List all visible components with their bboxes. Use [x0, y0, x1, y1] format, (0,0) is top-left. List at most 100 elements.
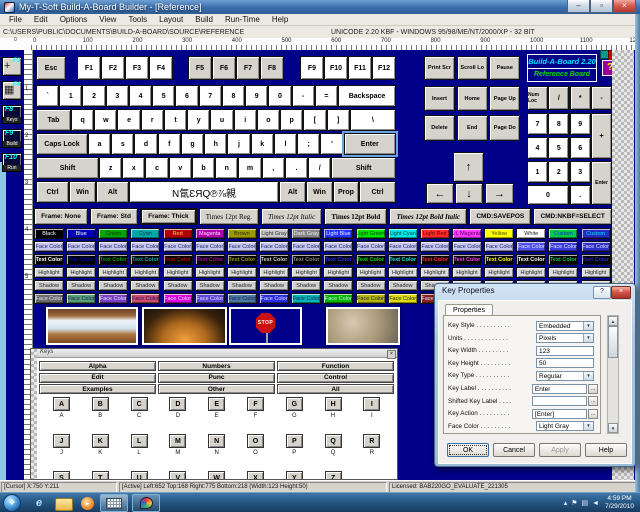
- key-key[interactable]: -: [292, 85, 315, 107]
- letter-key-z[interactable]: Z: [325, 471, 342, 480]
- palette-text-color[interactable]: Text Color: [130, 254, 160, 265]
- keys-tab-edit[interactable]: Edit: [39, 373, 156, 383]
- sidebar-build-button[interactable]: F9Build: [2, 129, 22, 148]
- palette-text-color[interactable]: Text Color: [291, 254, 321, 265]
- key-0[interactable]: 0: [268, 85, 291, 107]
- palette-shadow[interactable]: Shadow: [227, 280, 257, 291]
- key-insert[interactable]: Insert: [424, 86, 455, 111]
- key-8[interactable]: 8: [222, 85, 245, 107]
- key-w[interactable]: w: [94, 109, 117, 131]
- more-button[interactable]: ...: [588, 409, 598, 419]
- palette-face-color-2[interactable]: Face Color: [163, 293, 193, 304]
- palette-highlight[interactable]: Highlight: [420, 267, 450, 278]
- numpad-key-7[interactable]: 7: [527, 113, 548, 135]
- key-d[interactable]: d: [134, 133, 157, 155]
- palette-text-color[interactable]: Text Color: [356, 254, 386, 265]
- key-m[interactable]: m: [238, 157, 261, 179]
- key-f9[interactable]: F9: [300, 56, 324, 80]
- palette-yellow-name[interactable]: Yellow: [484, 228, 514, 239]
- palette-black-name[interactable]: Black: [34, 228, 64, 239]
- key-f12[interactable]: F12: [372, 56, 396, 80]
- key-x[interactable]: x: [122, 157, 145, 179]
- key-z[interactable]: z: [99, 157, 122, 179]
- palette-brown-name[interactable]: Brown: [227, 228, 257, 239]
- keys-tab-other[interactable]: Other: [158, 384, 275, 394]
- key-page-up[interactable]: Page Up: [489, 86, 520, 111]
- key-key[interactable]: ;: [297, 133, 320, 155]
- numpad-key-key[interactable]: *: [570, 86, 591, 110]
- letter-key-p[interactable]: P: [286, 434, 303, 448]
- palette-face-color[interactable]: Face Color: [581, 241, 611, 252]
- numpad-key-0[interactable]: 0: [527, 185, 569, 205]
- key-key[interactable]: ]: [327, 109, 350, 131]
- style-button-frame-none[interactable]: Frame: None: [34, 208, 88, 225]
- palette-cyan-name[interactable]: Cyan: [130, 228, 160, 239]
- palette-face-color[interactable]: Face Color: [484, 241, 514, 252]
- letter-key-i[interactable]: I: [363, 397, 380, 411]
- key-f3[interactable]: F3: [125, 56, 149, 80]
- key-f1[interactable]: F1: [77, 56, 101, 80]
- palette-face-color[interactable]: Face Color: [66, 241, 96, 252]
- key-ctrl[interactable]: Ctrl: [36, 181, 69, 203]
- field-input-key-label[interactable]: Enter: [532, 384, 587, 394]
- palette-text-color[interactable]: Text Color: [34, 254, 64, 265]
- cancel-button[interactable]: Cancel: [493, 443, 535, 457]
- key-1[interactable]: 1: [59, 85, 82, 107]
- palette-shadow[interactable]: Shadow: [195, 280, 225, 291]
- palette-custom-name[interactable]: Custom: [548, 228, 578, 239]
- key-f6[interactable]: F6: [212, 56, 236, 80]
- key-o[interactable]: o: [257, 109, 280, 131]
- palette-shadow[interactable]: Shadow: [323, 280, 353, 291]
- letter-key-h[interactable]: H: [325, 397, 342, 411]
- menu-help[interactable]: Help: [266, 15, 294, 24]
- palette-highlight[interactable]: Highlight: [66, 267, 96, 278]
- keys-tab-examples[interactable]: Examples: [39, 384, 156, 394]
- key-key[interactable]: .: [285, 157, 308, 179]
- network-icon[interactable]: ▤: [582, 499, 589, 507]
- palette-custom-name[interactable]: Custom: [581, 228, 611, 239]
- key-f8[interactable]: F8: [260, 56, 284, 80]
- taskbar-clock[interactable]: 4:59 PM 7/29/2010: [605, 495, 634, 511]
- keys-window-titlebar[interactable]: Keys: [37, 349, 397, 358]
- menu-tools[interactable]: Tools: [122, 15, 153, 24]
- palette-face-color[interactable]: Face Color: [452, 241, 482, 252]
- palette-shadow[interactable]: Shadow: [356, 280, 386, 291]
- palette-highlight[interactable]: Highlight: [484, 267, 514, 278]
- palette-light-blue-name[interactable]: Light Blue: [323, 228, 353, 239]
- letter-key-n[interactable]: N: [208, 434, 225, 448]
- palette-face-color[interactable]: Face Color: [388, 241, 418, 252]
- palette-highlight[interactable]: Highlight: [452, 267, 482, 278]
- palette-face-color[interactable]: Face Color: [323, 241, 353, 252]
- scroll-up-icon[interactable]: ▲: [608, 316, 618, 326]
- numpad-key-key[interactable]: .: [570, 185, 591, 205]
- palette-text-color[interactable]: Text Color: [98, 254, 128, 265]
- keys-window-close-icon[interactable]: ×: [387, 350, 396, 359]
- palette-highlight[interactable]: Highlight: [516, 267, 546, 278]
- dialog-close-button[interactable]: ×: [611, 286, 631, 299]
- numpad-key-key[interactable]: +: [591, 113, 612, 159]
- palette-face-color[interactable]: Face Color: [130, 241, 160, 252]
- palette-text-color[interactable]: Text Color: [420, 254, 450, 265]
- letter-key-j[interactable]: J: [53, 434, 70, 448]
- palette-red-name[interactable]: Red: [163, 228, 193, 239]
- key-q[interactable]: q: [71, 109, 94, 131]
- key-g[interactable]: g: [181, 133, 204, 155]
- palette-highlight[interactable]: Highlight: [291, 267, 321, 278]
- palette-face-color[interactable]: Face Color: [195, 241, 225, 252]
- scrollbar-thumb[interactable]: [608, 326, 618, 358]
- numpad-key-5[interactable]: 5: [548, 137, 569, 159]
- key-h[interactable]: h: [204, 133, 227, 155]
- key-f11[interactable]: F11: [348, 56, 372, 80]
- key-i[interactable]: i: [234, 109, 257, 131]
- letter-key-y[interactable]: Y: [286, 471, 303, 480]
- key-6[interactable]: 6: [175, 85, 198, 107]
- palette-highlight[interactable]: Highlight: [130, 267, 160, 278]
- key-tab[interactable]: Tab: [36, 109, 71, 131]
- key-key[interactable]: =: [315, 85, 338, 107]
- palette-shadow[interactable]: Shadow: [130, 280, 160, 291]
- palette-face-color[interactable]: Face Color: [356, 241, 386, 252]
- style-button-times-12pt-reg[interactable]: Times 12pt Reg.: [199, 208, 259, 225]
- key-esc[interactable]: Esc: [36, 56, 66, 80]
- key-home[interactable]: Home: [457, 86, 488, 111]
- palette-face-color[interactable]: Face Color: [163, 241, 193, 252]
